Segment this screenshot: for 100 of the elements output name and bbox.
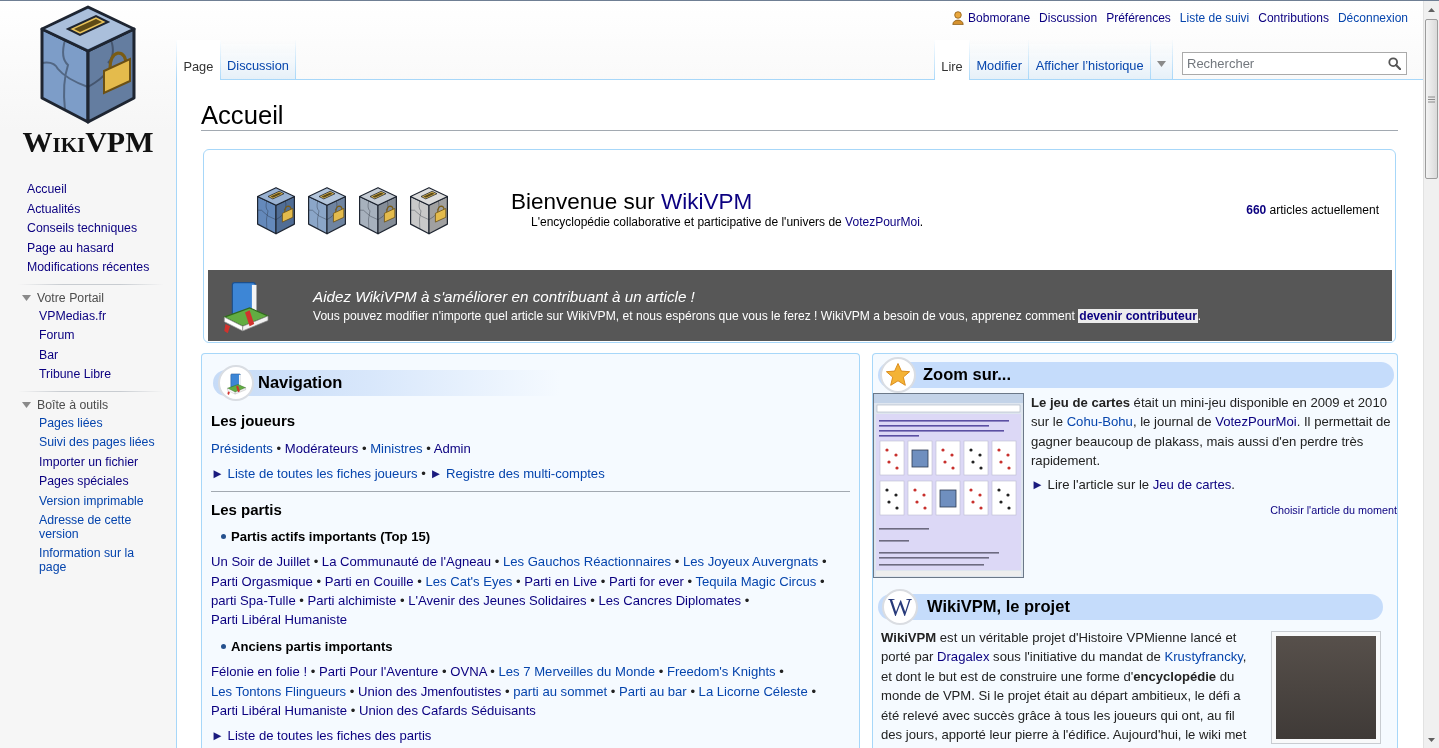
bullet-separator: •	[494, 554, 500, 570]
user-link[interactable]: Bobmorane	[968, 10, 1031, 26]
party-link[interactable]: L'Avenir des Jeunes Solidaires	[408, 593, 587, 609]
party-link[interactable]: Tequila Magic Circus	[695, 573, 817, 589]
party-link[interactable]: Parti Pour l'Aventure	[318, 664, 439, 680]
player-link[interactable]: Admin	[433, 441, 471, 456]
list-link[interactable]: Registre des multi-comptes	[446, 466, 605, 482]
bullet-separator: •	[687, 573, 693, 589]
inline-link[interactable]: Cohu-Bohu	[1066, 414, 1133, 430]
sidebar-link[interactable]: Bar	[39, 348, 59, 362]
bullet-separator: •	[316, 573, 322, 589]
bullet-icon	[221, 534, 226, 539]
portal-heading[interactable]: Boîte à outils	[37, 397, 109, 412]
grip-icon	[1428, 95, 1435, 103]
welcome-heading: Bienvenue sur WikiVPM	[511, 190, 754, 214]
party-link[interactable]: Les Cancres Diplomates	[598, 593, 742, 609]
bullet-separator: •	[421, 466, 426, 482]
party-link[interactable]: La Licorne Céleste	[698, 683, 808, 699]
inline-link[interactable]: Dragalex	[937, 649, 990, 665]
bullet-separator: •	[811, 683, 817, 699]
bullet-separator: •	[442, 664, 447, 680]
party-link[interactable]: Union des Cafards Séduisants	[358, 703, 536, 719]
inline-link[interactable]: devenir contributeur	[1078, 308, 1198, 323]
party-link[interactable]: parti Spa-Tulle	[211, 593, 296, 609]
more-actions-button[interactable]	[1151, 40, 1173, 80]
sidebar-link[interactable]: Version imprimable	[39, 494, 144, 508]
sidebar-link[interactable]: Actualités	[27, 202, 81, 216]
sidebar-link[interactable]: Information sur la page	[39, 547, 163, 574]
search-icon[interactable]	[1388, 57, 1401, 70]
list-link[interactable]: Liste de toutes les fiches des partis	[227, 728, 432, 744]
personal-link[interactable]: Discussion	[1039, 10, 1098, 26]
party-link[interactable]: Parti Libéral Humaniste	[211, 612, 348, 628]
personal-link[interactable]: Liste de suivi	[1179, 10, 1250, 26]
party-link[interactable]: Parti en Couille	[324, 573, 414, 589]
sidebar-link[interactable]: Tribune Libre	[39, 368, 111, 382]
sidebar-link[interactable]: Accueil	[27, 183, 67, 197]
bullet-separator: •	[779, 664, 784, 680]
tab[interactable]: Modifier	[970, 40, 1030, 80]
bullet-separator: •	[361, 441, 367, 456]
party-link[interactable]: Les Gauchos Réactionnaires	[502, 554, 672, 570]
party-link[interactable]: Freedom's Knights	[666, 664, 776, 680]
list-link[interactable]: Liste de toutes les fiches joueurs	[227, 466, 418, 482]
sidebar-link[interactable]: Forum	[39, 329, 75, 343]
party-link[interactable]: Les Tontons Flingueurs	[211, 683, 347, 699]
party-link[interactable]: Parti alchimiste	[307, 593, 397, 609]
sidebar-link[interactable]: Conseils techniques	[27, 222, 138, 236]
party-link[interactable]: Parti au bar	[619, 683, 687, 699]
inline-link[interactable]: VotezPourMoi	[845, 215, 920, 229]
party-link[interactable]: Parti Libéral Humaniste	[211, 703, 348, 719]
tab[interactable]: Discussion	[220, 40, 297, 80]
arrow-marker: ►	[211, 728, 224, 744]
party-link[interactable]: Les Cat's Eyes	[425, 573, 513, 589]
sidebar-link[interactable]: Importer un fichier	[39, 455, 139, 469]
sidebar-link[interactable]: VPMedias.fr	[39, 309, 106, 323]
party-link[interactable]: OVNA	[450, 664, 487, 680]
party-link[interactable]: parti au sommet	[513, 683, 608, 699]
tab[interactable]: Lire	[933, 40, 971, 80]
sidebar-link[interactable]: Pages spéciales	[39, 475, 129, 489]
player-link[interactable]: Ministres	[370, 441, 423, 456]
tab[interactable]: Page	[176, 40, 221, 80]
party-link[interactable]: Parti en Live	[524, 573, 598, 589]
subsection-heading: Les joueurs	[211, 411, 297, 431]
scrollbar[interactable]	[1423, 1, 1439, 748]
tab[interactable]: Afficher l’historique	[1029, 40, 1151, 80]
inline-link[interactable]: VotezPourMoi	[1215, 414, 1297, 430]
bullet-separator: •	[690, 683, 695, 699]
bullet-separator: •	[299, 593, 304, 609]
sidebar-link[interactable]: Page au hasard	[27, 241, 114, 255]
party-link[interactable]: La Communauté de l'Agneau	[321, 554, 492, 570]
player-link[interactable]: Présidents	[211, 441, 273, 456]
party-link[interactable]: Un Soir de Juillet	[211, 554, 310, 570]
inline-link[interactable]: Krustyfrancky	[1164, 649, 1243, 665]
caret-down-icon	[1428, 737, 1435, 742]
bullet-separator: •	[313, 554, 319, 570]
inline-link[interactable]: 660	[1246, 203, 1267, 217]
group-heading: Anciens partis importants	[231, 637, 393, 656]
party-link[interactable]: Parti Orgasmique	[211, 573, 313, 589]
logo-text[interactable]: WikiVPM	[22, 127, 154, 157]
personal-link[interactable]: Déconnexion	[1337, 10, 1408, 26]
arrow-marker: ►	[1031, 476, 1044, 492]
party-link[interactable]: Félonie en folie !	[211, 664, 308, 680]
sidebar-link[interactable]: Pages liées	[39, 416, 103, 430]
sidebar-link[interactable]: Suivi des pages liées	[39, 436, 155, 450]
choose-article-link[interactable]: Choisir l'article du moment	[1270, 503, 1397, 518]
inline-link[interactable]: WikiVPM	[661, 189, 753, 214]
ballot-box-icon[interactable]	[38, 3, 138, 125]
scrollbar-thumb[interactable]	[1425, 19, 1438, 179]
party-link[interactable]: Les 7 Merveilles du Monde	[498, 664, 656, 680]
personal-link[interactable]: Contributions	[1258, 10, 1329, 26]
party-link[interactable]: Union des Jmenfoutistes	[358, 683, 502, 699]
sidebar-link[interactable]: Modifications récentes	[27, 261, 150, 275]
party-link[interactable]: Les Joyeux Auvergnats	[682, 554, 819, 570]
portal-heading[interactable]: Votre Portail	[37, 290, 104, 305]
party-link[interactable]: Parti for ever	[608, 573, 684, 589]
personal-link[interactable]: Préférences	[1106, 10, 1171, 26]
arrow-marker: ►	[211, 466, 224, 482]
search-field[interactable]: Rechercher	[1182, 52, 1407, 75]
player-link[interactable]: Modérateurs	[284, 441, 359, 456]
caret-down-icon	[1157, 61, 1166, 67]
sidebar-link[interactable]: Adresse de cette version	[39, 514, 163, 541]
